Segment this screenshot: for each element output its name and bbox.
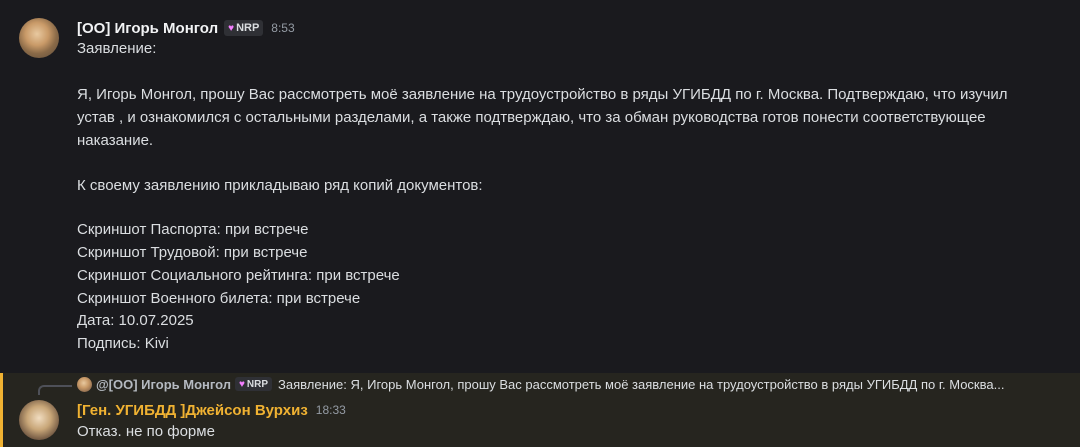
reply-preview-text[interactable]: Заявление: Я, Игорь Монгол, прошу Вас ра… (278, 377, 1004, 392)
message-line: К своему заявлению прикладываю ряд копий… (77, 177, 483, 194)
message-application: [OO] Игорь Монгол ♥ NRP 8:53 Заявление: … (0, 0, 1080, 368)
server-tag-label: NRP (236, 22, 260, 34)
message-line: Скриншот Военного билета: при встрече (77, 290, 361, 307)
message-timestamp[interactable]: 18:33 (316, 403, 346, 417)
message-line: Заявление: (77, 40, 157, 57)
heart-icon: ♥ (238, 378, 245, 390)
message-header: [OO] Игорь Монгол ♥ NRP 8:53 (77, 18, 295, 38)
message-text: Отказ. не по форме (77, 423, 215, 440)
message-line: Дата: 10.07.2025 (77, 312, 194, 329)
message-line: Скриншот Социального рейтинга: при встре… (77, 267, 400, 284)
reply-avatar (77, 376, 92, 392)
user-avatar[interactable] (19, 400, 59, 440)
heart-icon: ♥ (228, 22, 235, 34)
message-line: Скриншот Трудовой: при встрече (77, 244, 308, 261)
reply-connector (38, 385, 72, 395)
reply-username[interactable]: @[OO] Игорь Монгол (96, 377, 231, 392)
message-line: Я, Игорь Монгол, прошу Вас рассмотреть м… (77, 86, 1008, 103)
message-line: наказание. (77, 132, 154, 149)
message-timestamp[interactable]: 8:53 (271, 21, 294, 35)
message-line: Подпись: Kivi (77, 335, 169, 352)
server-tag-badge[interactable]: ♥ NRP (224, 20, 264, 36)
author-username[interactable]: [Ген. УГИБДД ]Джейсон Вурхиз (77, 402, 308, 419)
message-header: [Ген. УГИБДД ]Джейсон Вурхиз 18:33 (77, 400, 346, 420)
reply-tag-label: NRP (246, 378, 269, 390)
reply-server-tag: ♥ NRP (234, 377, 273, 391)
user-avatar[interactable] (19, 18, 59, 58)
reply-reference[interactable]: @[OO] Игорь Монгол ♥ NRP Заявление: Я, И… (77, 375, 1004, 393)
author-username[interactable]: [OO] Игорь Монгол (77, 20, 218, 37)
message-line: устав , и ознакомился с остальными разде… (77, 109, 986, 126)
message-line: Скриншот Паспорта: при встрече (77, 221, 309, 238)
